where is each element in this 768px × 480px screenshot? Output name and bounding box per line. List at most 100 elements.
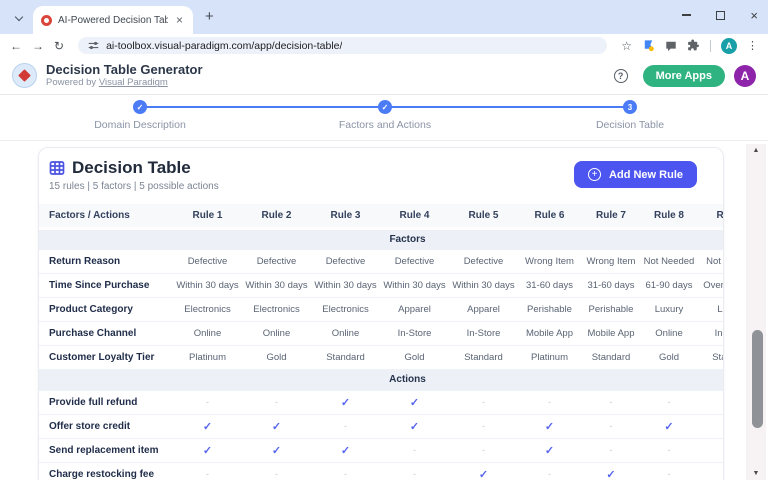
step-3-label[interactable]: Decision Table xyxy=(545,119,715,131)
action-value-cell[interactable]: - xyxy=(641,462,697,480)
factor-value-cell[interactable]: In-Store xyxy=(697,321,724,345)
action-value-cell[interactable]: - xyxy=(311,462,380,480)
action-value-cell[interactable]: - xyxy=(641,390,697,414)
action-value-cell[interactable]: - xyxy=(641,438,697,462)
factor-value-cell[interactable]: Gold xyxy=(641,345,697,369)
tab-close-icon[interactable]: × xyxy=(174,14,185,26)
step-2-label[interactable]: Factors and Actions xyxy=(300,119,470,131)
action-value-cell[interactable]: ✓ xyxy=(518,438,581,462)
bookmark-star-icon[interactable]: ☆ xyxy=(621,39,632,53)
action-value-cell[interactable]: - xyxy=(173,390,242,414)
maximize-button[interactable] xyxy=(716,11,725,20)
factor-value-cell[interactable]: Luxury xyxy=(697,297,724,321)
action-value-cell[interactable]: - xyxy=(697,462,724,480)
factor-value-cell[interactable]: Defective xyxy=(242,249,311,273)
factor-value-cell[interactable]: Within 30 days xyxy=(449,273,518,297)
back-icon[interactable]: ← xyxy=(10,39,22,53)
action-value-cell[interactable]: ✓ xyxy=(518,414,581,438)
action-value-cell[interactable]: - xyxy=(449,390,518,414)
visual-paradigm-link[interactable]: Visual Paradigm xyxy=(99,77,168,88)
action-value-cell[interactable]: ✓ xyxy=(242,438,311,462)
action-value-cell[interactable]: - xyxy=(697,414,724,438)
factor-value-cell[interactable]: Over 90 days xyxy=(697,273,724,297)
action-value-cell[interactable]: - xyxy=(449,438,518,462)
factor-value-cell[interactable]: 31-60 days xyxy=(518,273,581,297)
action-value-cell[interactable]: - xyxy=(518,390,581,414)
action-value-cell[interactable]: - xyxy=(581,438,641,462)
action-value-cell[interactable]: ✓ xyxy=(449,462,518,480)
factor-value-cell[interactable]: Standard xyxy=(449,345,518,369)
factor-value-cell[interactable]: Not Needed xyxy=(697,249,724,273)
factor-value-cell[interactable]: Apparel xyxy=(380,297,449,321)
factor-value-cell[interactable]: Online xyxy=(311,321,380,345)
factor-value-cell[interactable]: Within 30 days xyxy=(173,273,242,297)
action-value-cell[interactable]: - xyxy=(380,438,449,462)
factor-value-cell[interactable]: Gold xyxy=(242,345,311,369)
page-scrollbar[interactable]: ▲ ▼ xyxy=(746,144,766,480)
browser-tab[interactable]: AI-Powered Decision Table Buil × xyxy=(33,6,193,34)
action-value-cell[interactable]: ✓ xyxy=(311,390,380,414)
factor-value-cell[interactable]: Electronics xyxy=(311,297,380,321)
action-value-cell[interactable]: ✓ xyxy=(641,414,697,438)
user-avatar[interactable]: A xyxy=(734,65,756,87)
scrollbar-thumb[interactable] xyxy=(752,330,763,428)
factor-value-cell[interactable]: Platinum xyxy=(518,345,581,369)
action-value-cell[interactable]: - xyxy=(581,390,641,414)
new-tab-button[interactable]: + xyxy=(205,8,214,25)
step-3-circle[interactable]: 3 xyxy=(623,100,637,114)
action-value-cell[interactable]: - xyxy=(518,462,581,480)
action-value-cell[interactable]: - xyxy=(380,462,449,480)
browser-menu-icon[interactable]: ⋮ xyxy=(747,39,758,52)
action-value-cell[interactable]: ✓ xyxy=(242,414,311,438)
action-value-cell[interactable]: - xyxy=(311,414,380,438)
factor-value-cell[interactable]: Not Needed xyxy=(641,249,697,273)
factor-value-cell[interactable]: Within 30 days xyxy=(380,273,449,297)
factor-value-cell[interactable]: Mobile App xyxy=(581,321,641,345)
close-window-button[interactable]: × xyxy=(750,9,758,22)
factor-value-cell[interactable]: Standard xyxy=(697,345,724,369)
factor-value-cell[interactable]: Mobile App xyxy=(518,321,581,345)
action-value-cell[interactable]: - xyxy=(697,438,724,462)
colorful-extension-icon[interactable] xyxy=(642,39,655,52)
tab-search-button[interactable] xyxy=(12,11,26,25)
more-apps-button[interactable]: More Apps xyxy=(643,65,725,87)
factor-value-cell[interactable]: Apparel xyxy=(449,297,518,321)
factor-value-cell[interactable]: In-Store xyxy=(449,321,518,345)
factor-value-cell[interactable]: Standard xyxy=(581,345,641,369)
factor-value-cell[interactable]: Wrong Item xyxy=(581,249,641,273)
action-value-cell[interactable]: ✓ xyxy=(380,390,449,414)
action-value-cell[interactable]: ✓ xyxy=(581,462,641,480)
add-new-rule-button[interactable]: + Add New Rule xyxy=(574,161,697,188)
action-value-cell[interactable]: - xyxy=(449,414,518,438)
factor-value-cell[interactable]: Wrong Item xyxy=(518,249,581,273)
browser-profile-avatar[interactable]: A xyxy=(721,38,737,54)
factor-value-cell[interactable]: Online xyxy=(641,321,697,345)
factor-value-cell[interactable]: In-Store xyxy=(380,321,449,345)
action-value-cell[interactable]: ✓ xyxy=(173,438,242,462)
extensions-puzzle-icon[interactable] xyxy=(687,39,700,52)
factor-value-cell[interactable]: Perishable xyxy=(518,297,581,321)
factor-value-cell[interactable]: Online xyxy=(242,321,311,345)
action-value-cell[interactable]: ✓ xyxy=(380,414,449,438)
action-value-cell[interactable]: - xyxy=(242,390,311,414)
factor-value-cell[interactable]: Luxury xyxy=(641,297,697,321)
step-2-circle[interactable]: ✓ xyxy=(378,100,392,114)
site-settings-icon[interactable] xyxy=(88,40,99,51)
factor-value-cell[interactable]: Standard xyxy=(311,345,380,369)
scroll-up-icon[interactable]: ▲ xyxy=(746,147,766,154)
factor-value-cell[interactable]: Defective xyxy=(173,249,242,273)
action-value-cell[interactable]: - xyxy=(173,462,242,480)
forward-icon[interactable]: → xyxy=(32,39,44,53)
factor-value-cell[interactable]: Platinum xyxy=(173,345,242,369)
factor-value-cell[interactable]: Gold xyxy=(380,345,449,369)
factor-value-cell[interactable]: Defective xyxy=(449,249,518,273)
action-value-cell[interactable]: - xyxy=(242,462,311,480)
reload-icon[interactable]: ↻ xyxy=(54,39,64,53)
factor-value-cell[interactable]: Defective xyxy=(311,249,380,273)
help-icon[interactable]: ? xyxy=(614,69,628,83)
factor-value-cell[interactable]: Defective xyxy=(380,249,449,273)
factor-value-cell[interactable]: Within 30 days xyxy=(311,273,380,297)
action-value-cell[interactable]: - xyxy=(581,414,641,438)
action-value-cell[interactable]: ✓ xyxy=(311,438,380,462)
factor-value-cell[interactable]: Electronics xyxy=(173,297,242,321)
